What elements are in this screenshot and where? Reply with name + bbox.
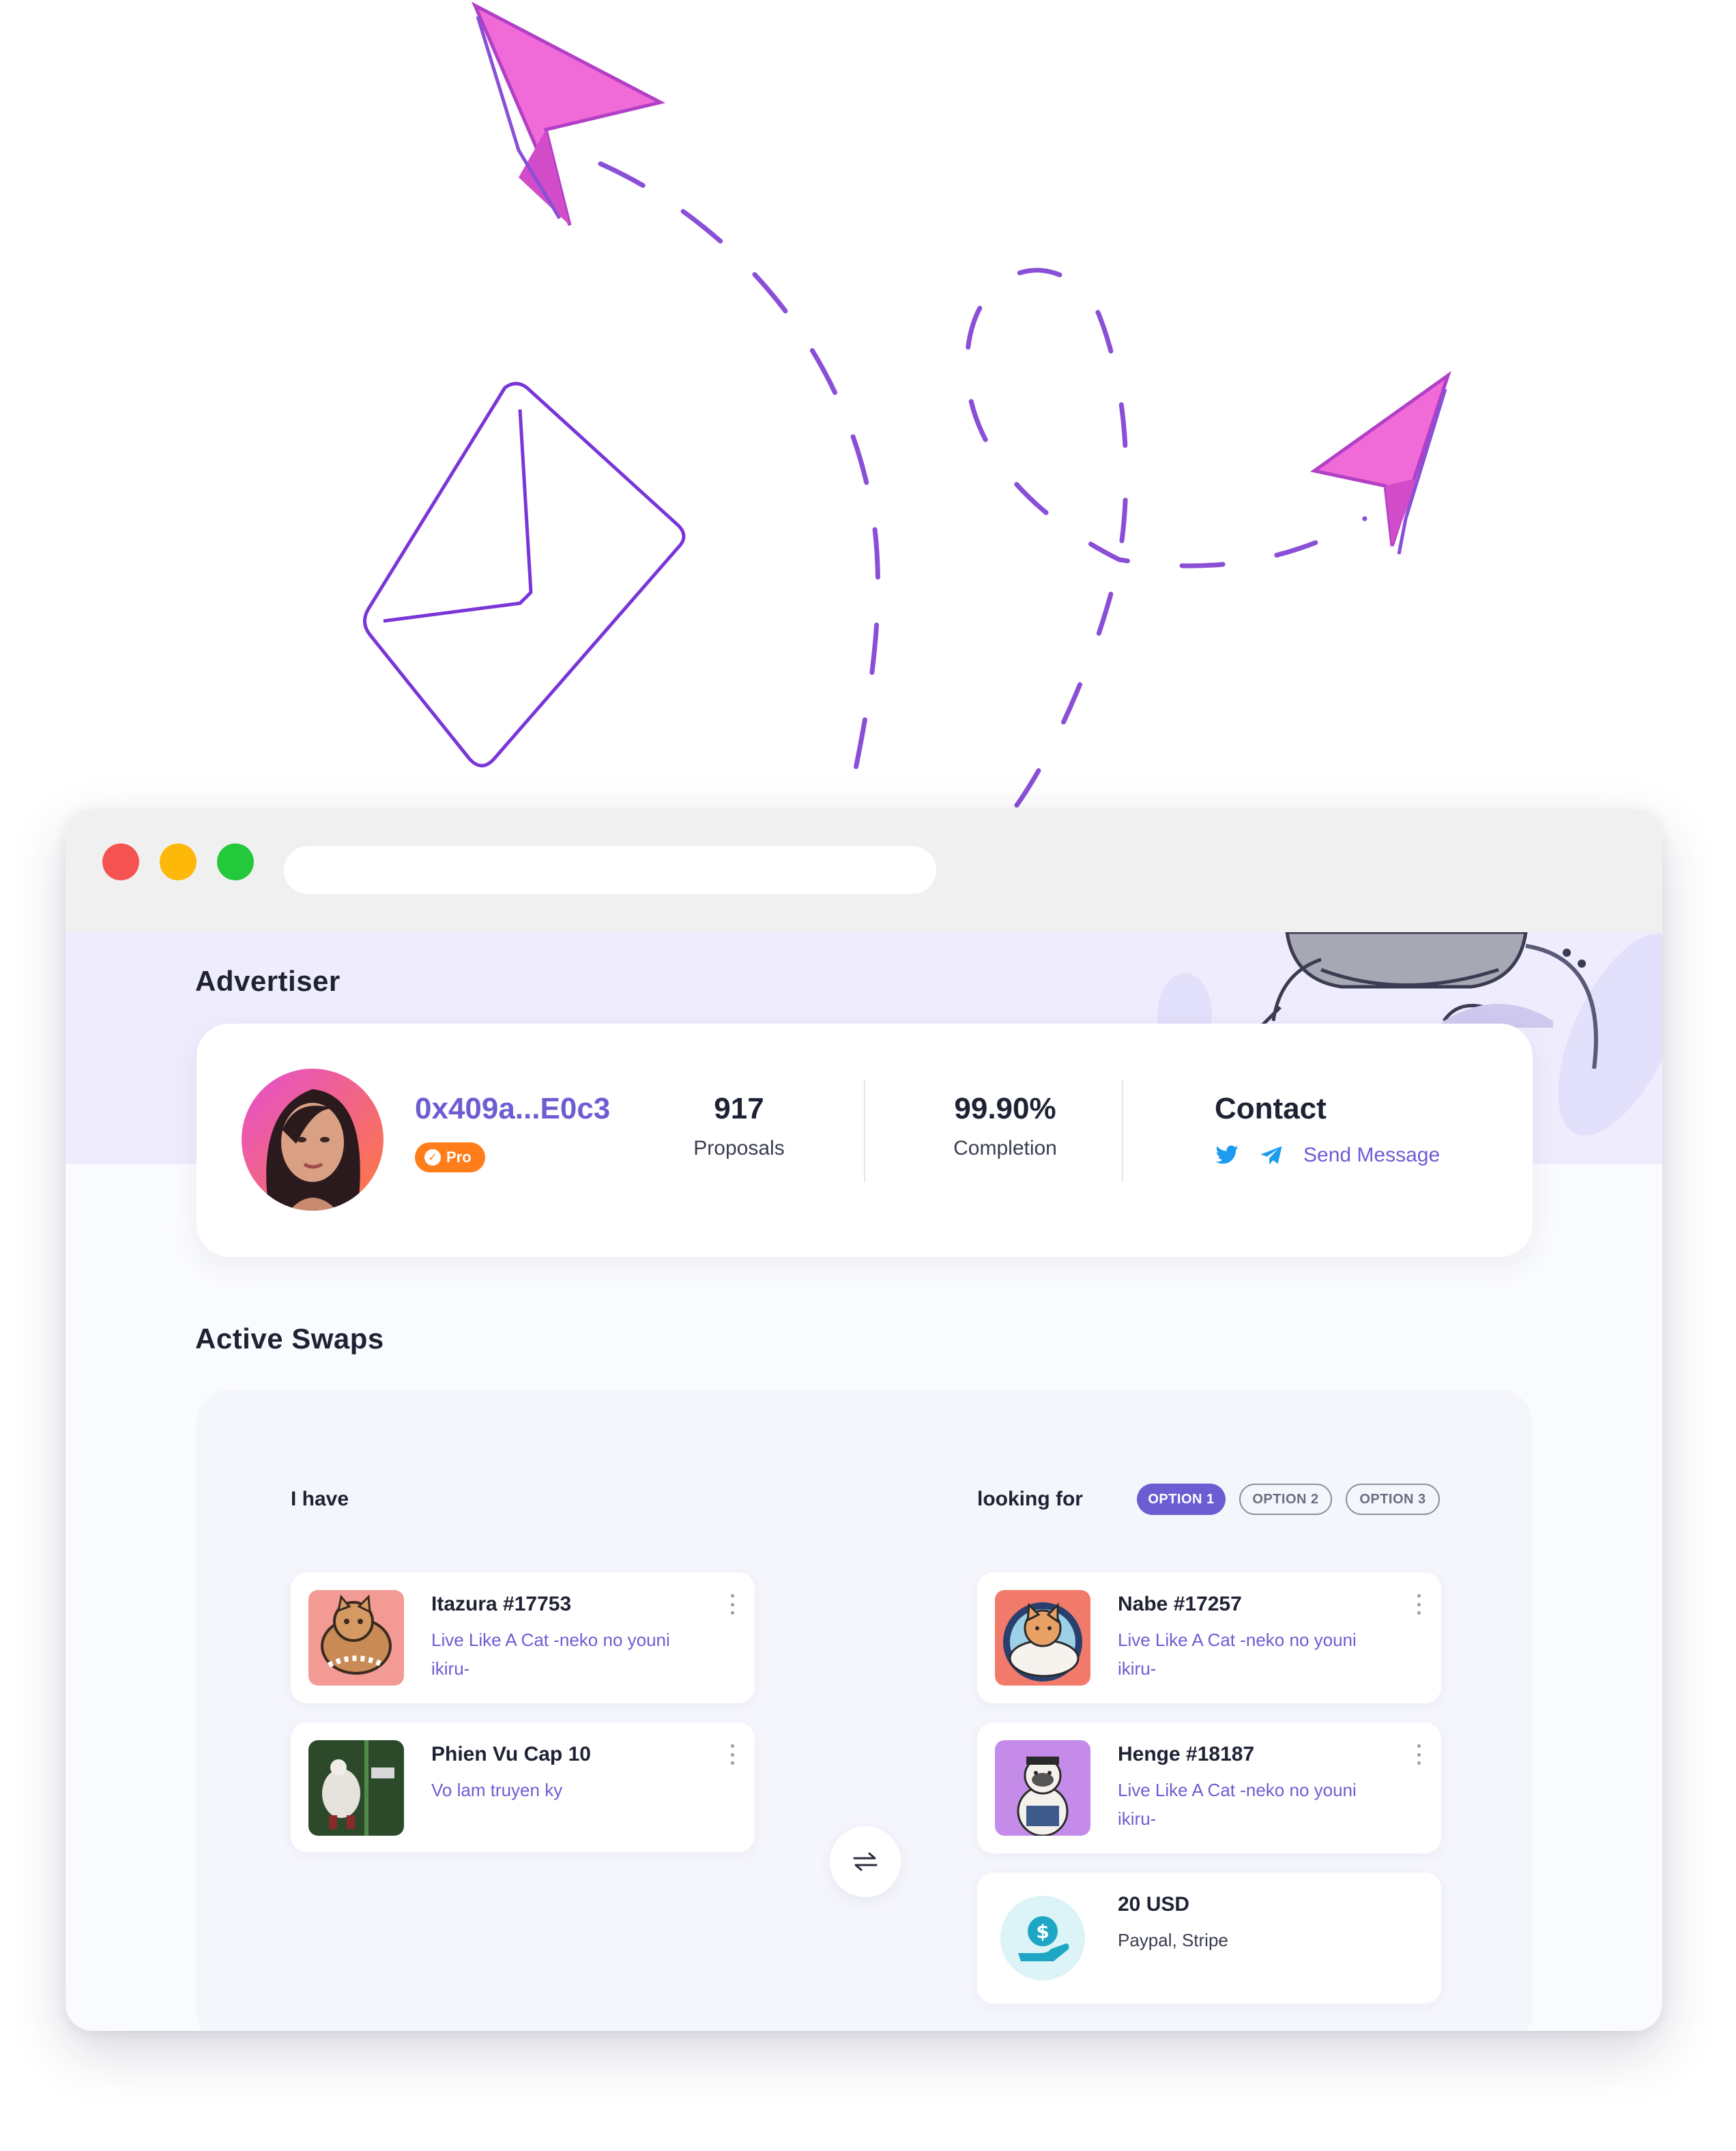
more-options-icon[interactable]: [729, 1594, 736, 1615]
paper-plane-illustration: [363, 1, 1451, 808]
swap-direction-button[interactable]: [830, 1826, 901, 1897]
payment-methods: Paypal, Stripe: [1118, 1930, 1228, 1950]
have-item[interactable]: Phien Vu Cap 10 Vo lam truyen ky: [291, 1722, 755, 1852]
looking-for-label: looking for: [977, 1488, 1083, 1510]
active-swaps-heading: Active Swaps: [195, 1323, 384, 1355]
have-item[interactable]: Itazura #17753 Live Like A Cat -neko no …: [291, 1572, 755, 1703]
swap-arrows-icon: [853, 1852, 878, 1871]
item-name: Itazura #17753: [431, 1593, 572, 1615]
looking-item[interactable]: Henge #18187 Live Like A Cat -neko no yo…: [977, 1722, 1441, 1853]
payment-amount: 20 USD: [1118, 1893, 1190, 1916]
dollar-hand-icon: $: [1000, 1896, 1085, 1980]
dashed-flight-path: [598, 161, 881, 801]
paper-plane-right: [1310, 371, 1451, 555]
nft-thumbnail: [995, 1740, 1090, 1836]
title-bar: [66, 809, 1662, 932]
wallet-address[interactable]: 0x409a...E0c3: [415, 1092, 610, 1126]
avatar[interactable]: [242, 1069, 384, 1211]
completion-stat: 99.90% Completion: [906, 1092, 1104, 1160]
paper-plane-top: [471, 1, 666, 226]
address-bar[interactable]: [284, 846, 936, 894]
i-have-label: I have: [291, 1488, 349, 1510]
proposals-stat: 917 Proposals: [661, 1092, 818, 1160]
svg-text:$: $: [1036, 1920, 1049, 1943]
item-name: Nabe #17257: [1118, 1593, 1242, 1615]
maximize-button[interactable]: [217, 843, 254, 880]
stat-divider: [864, 1080, 865, 1182]
more-options-icon[interactable]: [1415, 1744, 1422, 1765]
advertiser-card: 0x409a...E0c3 ✓ Pro 917 Proposals 99.90%…: [197, 1024, 1533, 1257]
proposals-value: 917: [714, 1092, 764, 1125]
item-name: Phien Vu Cap 10: [431, 1743, 591, 1765]
looking-item[interactable]: Nabe #17257 Live Like A Cat -neko no you…: [977, 1572, 1441, 1703]
item-collection: Live Like A Cat -neko no youni ikiru-: [1118, 1630, 1357, 1679]
option-2-tab[interactable]: OPTION 2: [1239, 1484, 1332, 1515]
telegram-icon[interactable]: [1260, 1145, 1283, 1166]
proposals-label: Proposals: [693, 1137, 785, 1159]
item-collection: Live Like A Cat -neko no youni ikiru-: [1118, 1780, 1357, 1829]
stat-divider: [1122, 1080, 1123, 1182]
advertiser-heading: Advertiser: [195, 965, 341, 997]
payment-item[interactable]: $ 20 USD Paypal, Stripe: [977, 1873, 1441, 2004]
verified-check-icon: ✓: [424, 1149, 441, 1166]
twitter-icon[interactable]: [1215, 1145, 1239, 1166]
completion-value: 99.90%: [954, 1092, 1056, 1125]
item-collection: Vo lam truyen ky: [431, 1780, 563, 1800]
contact-heading: Contact: [1215, 1092, 1327, 1125]
option-1-tab[interactable]: OPTION 1: [1137, 1484, 1226, 1515]
option-3-tab[interactable]: OPTION 3: [1346, 1484, 1440, 1515]
more-options-icon[interactable]: [729, 1744, 736, 1765]
item-name: Henge #18187: [1118, 1743, 1255, 1765]
nft-thumbnail: [308, 1590, 404, 1686]
more-options-icon[interactable]: [1415, 1594, 1422, 1615]
item-collection: Live Like A Cat -neko no youni ikiru-: [431, 1630, 670, 1679]
pro-badge: ✓ Pro: [415, 1142, 485, 1172]
close-button[interactable]: [102, 843, 139, 880]
envelope-icon: [363, 381, 686, 768]
nft-thumbnail: [995, 1590, 1090, 1686]
send-message-link[interactable]: Send Message: [1303, 1144, 1440, 1167]
pro-badge-label: Pro: [446, 1149, 472, 1166]
nft-thumbnail: [308, 1740, 404, 1836]
contact-links: Send Message: [1215, 1144, 1440, 1167]
minimize-button[interactable]: [160, 843, 197, 880]
completion-label: Completion: [953, 1137, 1057, 1159]
dashed-loop-path: [964, 268, 1368, 808]
